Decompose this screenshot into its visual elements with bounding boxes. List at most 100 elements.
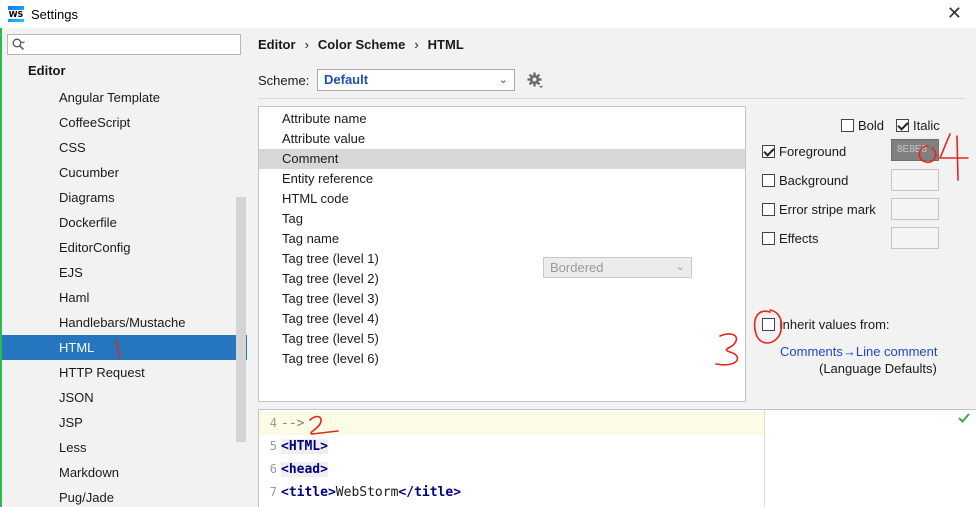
code-line: 5 <HTML> <box>259 435 764 458</box>
color-scheme-panel: Editor › Color Scheme › HTML Scheme: Def… <box>247 28 976 507</box>
effects-color-swatch[interactable] <box>891 227 939 249</box>
comment-text: --> <box>281 416 305 431</box>
foreground-color-swatch[interactable]: 8E8E8 <box>891 139 939 161</box>
window-title: Settings <box>31 6 78 22</box>
inherit-checkbox[interactable] <box>762 318 775 331</box>
breadcrumb-html: HTML <box>427 37 464 52</box>
code-line: 7 <title>WebStorm</title> <box>259 481 764 504</box>
code-line: 4 --> <box>259 412 764 435</box>
error-stripe-color-swatch[interactable] <box>891 198 939 220</box>
effects-checkbox[interactable] <box>762 232 775 245</box>
search-input[interactable] <box>30 36 235 53</box>
inherit-label: Inherit values from: <box>779 317 890 332</box>
gear-icon[interactable] <box>527 72 544 89</box>
sidebar-item-pug-jade[interactable]: Pug/Jade <box>0 485 247 507</box>
attribute-item[interactable]: Tag tree (level 5) <box>259 329 745 349</box>
left-edge-strip <box>0 28 2 507</box>
bold-label: Bold <box>858 118 885 133</box>
attribute-item[interactable]: Attribute value <box>259 129 745 149</box>
attribute-item[interactable]: HTML code <box>259 189 745 209</box>
sidebar-scrollbar[interactable] <box>236 197 246 442</box>
sidebar-item-angular-template[interactable]: Angular Template <box>0 85 247 110</box>
chevron-down-icon: ⌄ <box>675 261 685 273</box>
scheme-label: Scheme: <box>258 73 310 88</box>
sidebar-item-http-request[interactable]: HTTP Request <box>0 360 247 385</box>
sidebar-item-less[interactable]: Less <box>0 435 247 460</box>
tag-text: <title> <box>281 485 336 500</box>
divider <box>258 98 965 99</box>
error-stripe-option[interactable]: Error stripe mark <box>762 202 876 217</box>
sidebar-item-diagrams[interactable]: Diagrams <box>0 185 247 210</box>
background-option[interactable]: Background <box>762 173 848 188</box>
foreground-color-value: 8E8E8 <box>897 144 928 155</box>
sidebar-item-editorconfig[interactable]: EditorConfig <box>0 235 247 260</box>
effects-type-dropdown[interactable]: Bordered ⌄ <box>543 257 692 278</box>
attribute-item[interactable]: Attribute name <box>259 109 745 129</box>
sidebar-item-html[interactable]: HTML <box>0 335 247 360</box>
attribute-item[interactable]: Comment <box>259 149 745 169</box>
attribute-list: Attribute name Attribute value Comment Enti… <box>258 106 746 402</box>
bold-option[interactable]: Bold <box>841 118 884 133</box>
error-stripe-label: Error stripe mark <box>779 202 876 217</box>
settings-sidebar: Editor Angular Template CoffeeScript CSS Cu… <box>0 28 247 507</box>
attribute-item[interactable]: Tag tree (level 6) <box>259 349 745 369</box>
background-checkbox[interactable] <box>762 174 775 187</box>
line-number: 5 <box>269 439 277 453</box>
line-number: 7 <box>269 485 277 499</box>
sidebar-item-css[interactable]: CSS <box>0 135 247 160</box>
attribute-item[interactable]: Tag tree (level 3) <box>259 289 745 309</box>
search-icon <box>12 38 25 51</box>
webstorm-app-icon: WS <box>7 6 25 22</box>
breadcrumb: Editor › Color Scheme › HTML <box>258 37 464 52</box>
italic-label: Italic <box>913 118 940 133</box>
right-margin-guide <box>764 410 765 507</box>
inherit-option[interactable]: Inherit values from: <box>762 317 890 332</box>
attribute-item[interactable]: Tag name <box>259 229 745 249</box>
breadcrumb-editor[interactable]: Editor <box>258 37 296 52</box>
attribute-item[interactable]: Tag tree (level 4) <box>259 309 745 329</box>
effects-label: Effects <box>779 231 819 246</box>
title-bar: WS Settings ✕ <box>0 0 976 28</box>
sidebar-item-jsp[interactable]: JSP <box>0 410 247 435</box>
background-label: Background <box>779 173 849 188</box>
bold-checkbox[interactable] <box>841 119 854 132</box>
sidebar-item-coffeescript[interactable]: CoffeeScript <box>0 110 247 135</box>
sidebar-item-markdown[interactable]: Markdown <box>0 460 247 485</box>
inherit-link[interactable]: Comments→Line comment <box>780 344 938 359</box>
sidebar-item-ejs[interactable]: EJS <box>0 260 247 285</box>
check-icon <box>958 413 970 423</box>
attribute-item[interactable]: Entity reference <box>259 169 745 189</box>
scheme-value: Default <box>324 72 369 87</box>
chevron-down-icon: ⌄ <box>498 74 508 86</box>
sidebar-item-dockerfile[interactable]: Dockerfile <box>0 210 247 235</box>
breadcrumb-color-scheme[interactable]: Color Scheme <box>318 37 405 52</box>
sidebar-item-haml[interactable]: Haml <box>0 285 247 310</box>
italic-option[interactable]: Italic <box>896 118 940 133</box>
code-line: 6 <head> <box>259 458 764 481</box>
code-preview[interactable]: 4 --> 5 <HTML> 6 <head> 7 <title>WebStor… <box>258 409 976 507</box>
italic-checkbox[interactable] <box>896 119 909 132</box>
settings-nav-list: Angular Template CoffeeScript CSS Cucumber D… <box>0 85 247 507</box>
effects-option[interactable]: Effects <box>762 231 819 246</box>
settings-search-box[interactable] <box>7 34 241 55</box>
tag-text: </title> <box>398 485 462 500</box>
section-title-editor: Editor <box>28 63 66 78</box>
inherit-note: (Language Defaults) <box>819 361 937 376</box>
sidebar-item-json[interactable]: JSON <box>0 385 247 410</box>
attribute-item[interactable]: Tag <box>259 209 745 229</box>
close-icon[interactable]: ✕ <box>947 3 962 24</box>
app-icon-label: WS <box>7 9 25 19</box>
foreground-option[interactable]: Foreground <box>762 144 846 159</box>
line-number: 6 <box>269 462 277 476</box>
tag-text: <head> <box>281 462 328 477</box>
title-text: WebStorm <box>335 485 399 500</box>
sidebar-item-handlebars-mustache[interactable]: Handlebars/Mustache <box>0 310 247 335</box>
sidebar-item-cucumber[interactable]: Cucumber <box>0 160 247 185</box>
error-stripe-checkbox[interactable] <box>762 203 775 216</box>
line-number: 4 <box>269 416 277 430</box>
foreground-label: Foreground <box>779 144 847 159</box>
breadcrumb-separator: › <box>414 37 419 52</box>
background-color-swatch[interactable] <box>891 169 939 191</box>
foreground-checkbox[interactable] <box>762 145 775 158</box>
scheme-dropdown[interactable]: Default ⌄ <box>317 69 515 91</box>
